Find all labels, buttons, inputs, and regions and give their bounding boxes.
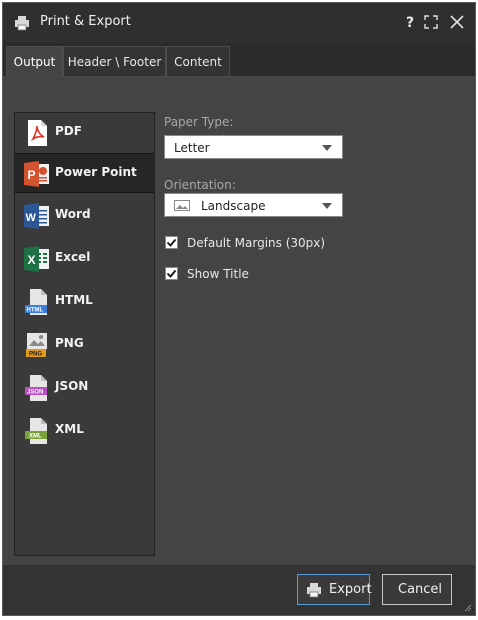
powerpoint-icon: P bbox=[24, 161, 49, 187]
cancel-button[interactable]: Cancel bbox=[382, 574, 452, 605]
tab-output[interactable]: Output bbox=[6, 46, 63, 76]
svg-text:W: W bbox=[26, 212, 37, 224]
format-label: PNG bbox=[55, 336, 84, 350]
json-icon: JSON bbox=[25, 375, 47, 401]
output-panel: PDF P Power Point W Word X Excel HTML HT… bbox=[3, 77, 475, 565]
format-item-pdf[interactable]: PDF bbox=[15, 113, 154, 153]
print-export-dialog: Print & Export ? Output Header \ Footer … bbox=[2, 2, 476, 616]
default-margins-label: Default Margins (30px) bbox=[187, 236, 326, 250]
chevron-down-icon bbox=[322, 145, 332, 151]
default-margins-checkbox[interactable] bbox=[165, 236, 178, 249]
cancel-button-label: Cancel bbox=[398, 582, 443, 597]
export-button[interactable]: Export bbox=[297, 574, 372, 605]
format-label: JSON bbox=[55, 379, 89, 393]
format-label: Excel bbox=[55, 250, 91, 264]
export-button-label: Export bbox=[329, 582, 372, 597]
svg-text:PNG: PNG bbox=[29, 352, 42, 358]
word-icon: W bbox=[24, 203, 49, 229]
dialog-title: Print & Export bbox=[40, 14, 131, 29]
format-item-powerpoint[interactable]: P Power Point bbox=[15, 153, 154, 193]
orientation-value: Landscape bbox=[201, 199, 266, 213]
format-label: Power Point bbox=[55, 165, 137, 179]
maximize-icon[interactable] bbox=[423, 14, 439, 30]
svg-text:XML: XML bbox=[29, 434, 42, 440]
svg-text:X: X bbox=[28, 253, 36, 267]
svg-text:HTML: HTML bbox=[27, 308, 44, 314]
format-label: PDF bbox=[55, 124, 82, 138]
orientation-label: Orientation: bbox=[164, 178, 236, 192]
show-title-checkbox[interactable] bbox=[165, 267, 178, 280]
pdf-icon bbox=[28, 120, 47, 146]
printer-icon bbox=[15, 16, 29, 31]
format-item-word[interactable]: W Word bbox=[15, 196, 154, 236]
html-icon: HTML bbox=[25, 289, 47, 315]
excel-icon: X bbox=[24, 246, 49, 272]
paper-type-label: Paper Type: bbox=[164, 115, 234, 129]
svg-text:P: P bbox=[28, 168, 36, 182]
format-label: HTML bbox=[55, 293, 93, 307]
tab-content[interactable]: Content bbox=[166, 46, 230, 76]
resize-grip-icon[interactable] bbox=[464, 604, 472, 612]
format-item-json[interactable]: JSON JSON bbox=[15, 368, 154, 408]
paper-type-select[interactable]: Letter bbox=[164, 135, 343, 159]
png-icon: PNG bbox=[26, 333, 47, 358]
title-bar[interactable]: Print & Export ? bbox=[3, 3, 475, 43]
format-item-html[interactable]: HTML HTML bbox=[15, 282, 154, 322]
checkmark-icon bbox=[166, 238, 177, 247]
help-button[interactable]: ? bbox=[401, 13, 419, 33]
format-item-excel[interactable]: X Excel bbox=[15, 239, 154, 279]
orientation-select[interactable]: Landscape bbox=[164, 193, 343, 217]
chevron-down-icon bbox=[322, 203, 332, 209]
paper-type-value: Letter bbox=[174, 141, 210, 155]
tab-bar: Output Header \ Footer Content bbox=[3, 43, 475, 77]
checkmark-icon bbox=[166, 269, 177, 278]
show-title-label: Show Title bbox=[187, 267, 249, 281]
dialog-footer: Export Cancel bbox=[3, 565, 475, 615]
format-item-png[interactable]: PNG PNG bbox=[15, 325, 154, 365]
svg-text:JSON: JSON bbox=[27, 390, 43, 396]
format-list: PDF P Power Point W Word X Excel HTML HT… bbox=[14, 112, 155, 556]
format-label: Word bbox=[55, 207, 91, 221]
close-icon[interactable] bbox=[449, 14, 465, 30]
format-item-xml[interactable]: XML XML bbox=[15, 411, 154, 451]
format-label: XML bbox=[55, 422, 84, 436]
landscape-icon bbox=[174, 200, 190, 211]
xml-icon: XML bbox=[25, 418, 47, 444]
printer-icon bbox=[307, 583, 321, 598]
tab-header-footer[interactable]: Header \ Footer bbox=[63, 46, 166, 76]
